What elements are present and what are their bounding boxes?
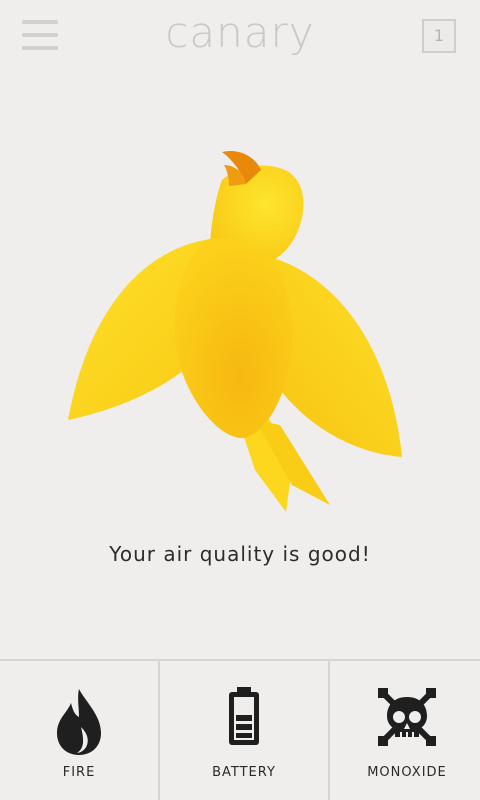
tab-monoxide[interactable]: MONOXIDE — [328, 661, 480, 800]
tab-fire-label: FIRE — [62, 765, 96, 780]
battery-icon — [229, 687, 259, 745]
tab-battery[interactable]: BATTERY — [158, 661, 328, 800]
canary-bird-illustration — [68, 150, 402, 512]
air-quality-status: Your air quality is good! — [109, 542, 371, 566]
app-logo: canary — [165, 8, 315, 57]
bottom-tab-bar: FIRE BATTERY MONOXIDE — [0, 659, 480, 800]
tab-battery-label: BATTERY — [212, 765, 276, 780]
notification-badge[interactable]: 1 — [422, 19, 456, 53]
flame-icon — [57, 689, 101, 755]
tab-fire[interactable]: FIRE — [0, 661, 158, 800]
tab-monoxide-label: MONOXIDE — [367, 765, 447, 780]
skull-crossbones-icon — [378, 688, 436, 746]
app-header: canary 1 — [0, 0, 480, 76]
